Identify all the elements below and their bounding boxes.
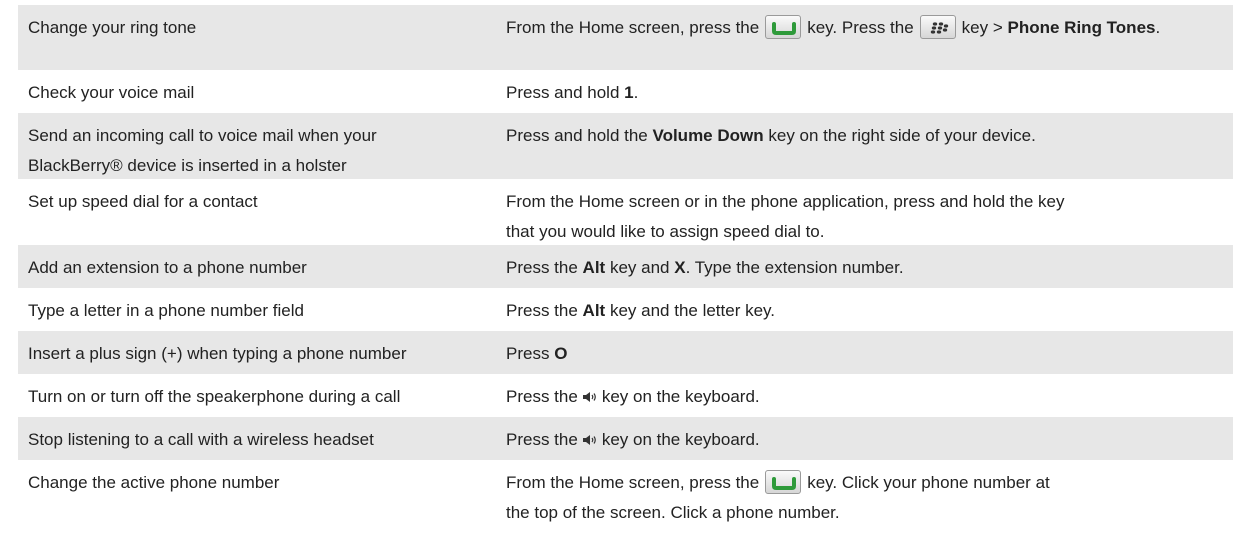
action-text: the top of the screen. Click a phone num… — [506, 503, 840, 522]
action-cell: Press O — [506, 339, 1233, 369]
action-text: From the Home screen or in the phone app… — [506, 192, 1065, 211]
action-bold: Alt — [582, 301, 606, 320]
action-bold: Phone Ring Tones — [1007, 18, 1156, 37]
action-cell: Press the key on the keyboard. — [506, 382, 1233, 412]
action-bold: X — [674, 258, 686, 277]
action-text: key on the right side of your device. — [768, 126, 1036, 145]
task-text: Type a letter in a phone number field — [28, 301, 304, 320]
task-cell: Check your voice mail — [18, 78, 506, 108]
task-cell: Insert a plus sign (+) when typing a pho… — [18, 339, 506, 369]
action-text: . — [633, 83, 639, 102]
action-cell: Press the Alt key and X. Type the extens… — [506, 253, 1233, 283]
action-cell: Press and hold 1. — [506, 78, 1233, 108]
task-cell: Stop listening to a call with a wireless… — [18, 425, 506, 455]
task-text: Stop listening to a call with a wireless… — [28, 430, 374, 449]
task-text: Send an incoming call to voice mail when… — [28, 126, 377, 145]
action-bold: Alt — [582, 258, 606, 277]
action-cell: Press and hold the Volume Down key on th… — [506, 121, 1233, 151]
action-text: key on the keyboard. — [601, 387, 760, 406]
action-text: key on the keyboard. — [601, 430, 760, 449]
action-text: Press the — [506, 301, 578, 320]
action-bold: Volume Down — [652, 126, 764, 145]
speaker-key-icon — [582, 435, 596, 445]
action-text: Press — [506, 344, 550, 363]
task-cell: Change your ring tone — [18, 13, 506, 43]
action-text: that you would like to assign speed dial… — [506, 222, 825, 241]
shortcut-table: Change your ring tone From the Home scre… — [18, 5, 1233, 526]
action-text: Press the — [506, 387, 578, 406]
table-row: Change your ring tone From the Home scre… — [18, 5, 1233, 70]
task-cell: Turn on or turn off the speakerphone dur… — [18, 382, 506, 412]
action-text: Press the — [506, 258, 578, 277]
action-text: key. Press the — [807, 18, 914, 37]
action-text: Press and hold the — [506, 126, 648, 145]
task-text: BlackBerry® device is inserted in a hols… — [28, 156, 347, 175]
table-row: Add an extension to a phone number Press… — [18, 245, 1233, 288]
table-row: Send an incoming call to voice mail when… — [18, 113, 1233, 179]
action-text: key > — [961, 18, 1003, 37]
action-bold: O — [554, 344, 568, 363]
action-text: From the Home screen, press the — [506, 473, 760, 492]
task-cell: Set up speed dial for a contact — [18, 187, 506, 217]
action-text: key. Click your phone number at — [807, 473, 1050, 492]
task-cell: Change the active phone number — [18, 468, 506, 498]
action-text: key and — [609, 258, 670, 277]
task-text: Change your ring tone — [28, 18, 197, 37]
task-text: Check your voice mail — [28, 83, 195, 102]
table-row: Set up speed dial for a contact From the… — [18, 179, 1233, 245]
action-text: Press the — [506, 430, 578, 449]
action-cell: From the Home screen or in the phone app… — [506, 187, 1233, 247]
table-row: Type a letter in a phone number field Pr… — [18, 288, 1233, 331]
action-text: . Type the extension number. — [685, 258, 904, 277]
action-text: Press and hold — [506, 83, 620, 102]
action-cell: Press the key on the keyboard. — [506, 425, 1233, 455]
table-row: Insert a plus sign (+) when typing a pho… — [18, 331, 1233, 374]
task-text: Turn on or turn off the speakerphone dur… — [28, 387, 401, 406]
table-row: Change the active phone number From the … — [18, 460, 1233, 526]
action-text: . — [1155, 18, 1161, 37]
blackberry-menu-key-icon — [919, 15, 956, 39]
action-cell: From the Home screen, press the key. Clic… — [506, 468, 1233, 528]
task-cell: Type a letter in a phone number field — [18, 296, 506, 326]
action-bold: 1 — [624, 83, 634, 102]
task-text: Add an extension to a phone number — [28, 258, 307, 277]
table-row: Stop listening to a call with a wireless… — [18, 417, 1233, 460]
phone-send-key-icon — [765, 15, 802, 39]
table-row: Turn on or turn off the speakerphone dur… — [18, 374, 1233, 417]
speaker-key-icon — [582, 392, 596, 402]
task-cell: Add an extension to a phone number — [18, 253, 506, 283]
phone-send-key-icon — [765, 470, 802, 494]
task-text: Change the active phone number — [28, 473, 280, 492]
action-text: From the Home screen, press the — [506, 18, 760, 37]
task-cell: Send an incoming call to voice mail when… — [18, 121, 506, 181]
action-cell: Press the Alt key and the letter key. — [506, 296, 1233, 326]
action-cell: From the Home screen, press the key. Pres… — [506, 13, 1233, 43]
task-text: Set up speed dial for a contact — [28, 192, 258, 211]
task-text: Insert a plus sign (+) when typing a pho… — [28, 344, 407, 363]
table-row: Check your voice mail Press and hold 1. — [18, 70, 1233, 113]
action-text: key and the letter key. — [609, 301, 776, 320]
